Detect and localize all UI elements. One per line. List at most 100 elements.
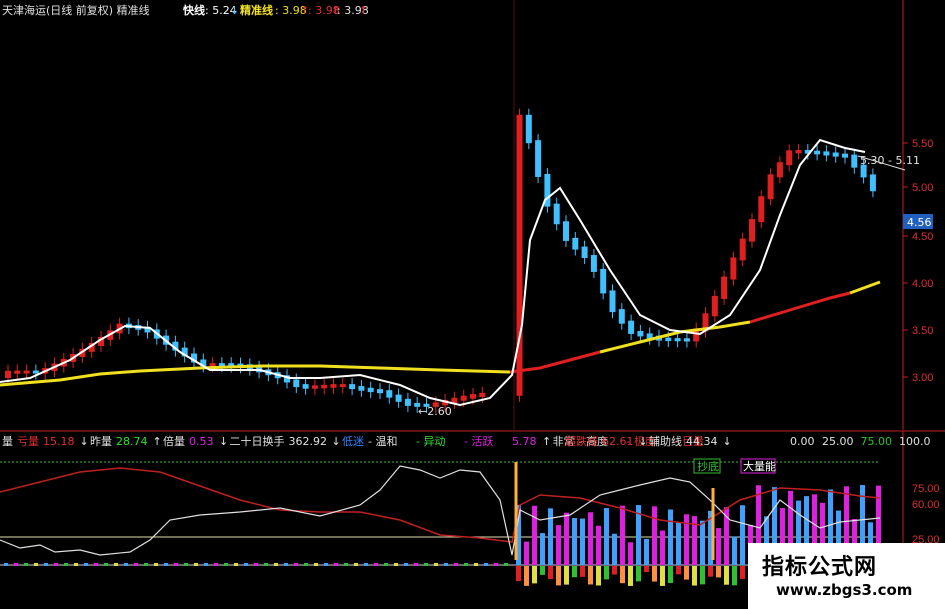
indicator-item: 62.61 bbox=[602, 435, 634, 448]
volume-dot bbox=[44, 563, 48, 566]
volume-bar bbox=[548, 508, 553, 565]
precise-line-segment bbox=[749, 291, 851, 324]
candle-body bbox=[525, 114, 532, 144]
candle-body bbox=[758, 196, 765, 223]
indicator-item: ↓ bbox=[80, 435, 89, 448]
volume-dot bbox=[234, 563, 238, 566]
indicator-item: 低迷 bbox=[342, 435, 364, 448]
candle-body bbox=[618, 309, 625, 324]
volume-dot bbox=[124, 563, 128, 566]
volume-bar bbox=[732, 536, 737, 565]
volume-bar-down bbox=[732, 566, 737, 586]
indicator-scale-item: 25.00 bbox=[822, 435, 854, 448]
volume-bar-down bbox=[516, 566, 521, 582]
volume-bar bbox=[620, 505, 625, 565]
candle-body bbox=[795, 149, 802, 154]
candle-body bbox=[851, 154, 858, 168]
volume-dot bbox=[104, 563, 108, 566]
volume-bar-down bbox=[540, 566, 545, 575]
indicator-item: - 活跃 bbox=[464, 434, 493, 448]
big-volume-label: 大量能 bbox=[743, 459, 776, 473]
candle-body bbox=[386, 390, 393, 398]
indicator-item: 昨量 bbox=[90, 435, 112, 448]
osc-axis: 75.0060.0025.00 bbox=[912, 483, 940, 546]
volume-bar bbox=[628, 542, 633, 565]
candle-body bbox=[339, 384, 346, 388]
volume-dot bbox=[14, 563, 18, 566]
current-price-label: 4.56 bbox=[907, 216, 932, 229]
fast-line-arrow: ↓ bbox=[230, 4, 239, 17]
watermark-box: 指标公式网 www.zbgs3.com bbox=[748, 543, 945, 609]
indicator-scale-item: 75.00 bbox=[861, 435, 893, 448]
candle-body bbox=[404, 398, 411, 406]
volume-bar bbox=[660, 530, 665, 565]
volume-dot bbox=[404, 563, 408, 566]
volume-dot bbox=[254, 563, 258, 566]
volume-bar-down bbox=[700, 566, 705, 585]
volume-bar-down bbox=[604, 566, 609, 580]
volume-dot bbox=[244, 563, 248, 566]
indicator-item: 二十日换手 bbox=[230, 434, 285, 448]
candle-body bbox=[367, 387, 374, 393]
volume-bar bbox=[684, 514, 689, 565]
candle-body bbox=[395, 394, 402, 402]
stock-title: 天津海运(日线 前复权) 精准线 bbox=[2, 3, 150, 17]
indicator-item: ↓ bbox=[332, 435, 341, 448]
volume-bar-down bbox=[628, 566, 633, 586]
price-tick-label: 5.50 bbox=[912, 138, 933, 150]
volume-dot bbox=[304, 563, 308, 566]
volume-dot bbox=[414, 563, 418, 566]
candle-body bbox=[786, 150, 793, 166]
candle-body bbox=[721, 276, 728, 299]
volume-bar-down bbox=[636, 566, 641, 582]
white-arrow: ↑ bbox=[359, 4, 368, 17]
volume-bar-down bbox=[724, 566, 729, 585]
volume-bar-down bbox=[564, 566, 569, 585]
volume-dot bbox=[164, 563, 168, 566]
volume-bar-down bbox=[684, 566, 689, 580]
volume-dot bbox=[134, 563, 138, 566]
candle-body bbox=[730, 257, 737, 280]
volume-dot bbox=[184, 563, 188, 566]
price-tick-label: 3.50 bbox=[912, 325, 933, 337]
volume-bar bbox=[524, 541, 529, 565]
volume-dot bbox=[424, 563, 428, 566]
indicator-item: ↓ bbox=[219, 435, 228, 448]
volume-bar bbox=[532, 505, 537, 565]
volume-dot bbox=[284, 563, 288, 566]
candle-body bbox=[823, 151, 830, 156]
volume-bar bbox=[564, 512, 569, 565]
volume-dot bbox=[444, 563, 448, 566]
candle-body bbox=[302, 384, 309, 389]
volume-dot bbox=[34, 563, 38, 566]
stock-chart[interactable]: 5.50 5.00 4.50 4.00 3.50 3.00 4.56 ←2.60 5.30… bbox=[0, 0, 945, 609]
indicator-item: 44.34 bbox=[686, 435, 718, 448]
price-tick-label: 3.00 bbox=[912, 372, 933, 384]
candle-body bbox=[628, 320, 635, 334]
candle-body bbox=[572, 237, 579, 250]
volume-bar-down bbox=[740, 566, 745, 579]
volume-bar bbox=[668, 509, 673, 565]
volume-dot bbox=[274, 563, 278, 566]
volume-dot bbox=[24, 563, 28, 566]
osc-tick-label: 60.00 bbox=[912, 499, 940, 511]
candle-body bbox=[637, 330, 644, 337]
volume-dot bbox=[464, 563, 468, 566]
indicator-item: 亏量 bbox=[17, 435, 39, 448]
volume-bar-down bbox=[668, 566, 673, 584]
volume-bar bbox=[604, 508, 609, 565]
watermark-url: www.zbgs3.com bbox=[776, 581, 913, 599]
candle-body bbox=[814, 150, 821, 155]
indicator-item: - 异动 bbox=[416, 435, 445, 448]
candle-body bbox=[330, 384, 337, 388]
candle-body bbox=[711, 295, 718, 317]
precise-line bbox=[0, 280, 881, 387]
high-price-annotation: 5.30 - 5.11 bbox=[860, 154, 920, 167]
low-price-annotation: ←2.60 bbox=[418, 405, 452, 418]
volume-bar-down bbox=[708, 566, 713, 577]
candle-body bbox=[23, 370, 30, 374]
volume-bar bbox=[612, 533, 617, 565]
volume-bar bbox=[652, 506, 657, 565]
candle-body bbox=[776, 162, 783, 178]
volume-dot bbox=[144, 563, 148, 566]
